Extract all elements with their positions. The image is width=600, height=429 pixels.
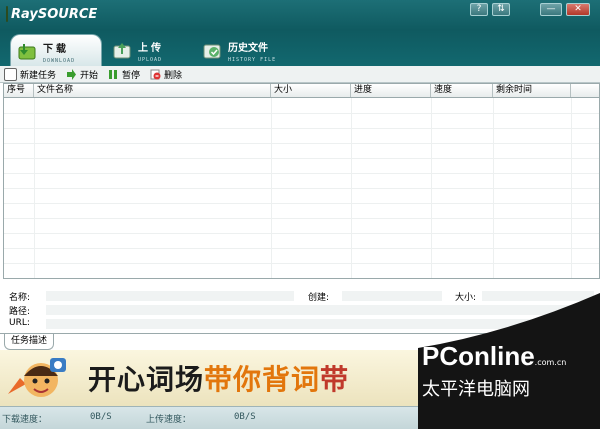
download-speed-label: 下载速度： <box>2 415 48 425</box>
tab-history-sub: HISTORY FILE <box>228 57 277 63</box>
table-row <box>4 218 599 234</box>
table-row <box>4 158 599 174</box>
upload-icon <box>113 43 131 59</box>
name-value-field <box>46 291 294 301</box>
tab-download-label: 下载 <box>43 44 69 55</box>
download-icon <box>18 44 36 60</box>
start-button[interactable]: 开始 <box>66 68 98 81</box>
pconline-watermark: PConline.com.cn 太平洋电脑网 <box>418 293 600 429</box>
col-index[interactable]: 序号 <box>4 84 34 97</box>
table-row <box>4 233 599 249</box>
skin-button[interactable]: ⇅ <box>492 3 510 16</box>
logo-badge-icon <box>6 6 8 22</box>
history-file-icon <box>203 44 221 59</box>
banner-slogan: 开心词场带你背词带 <box>88 358 349 398</box>
upload-speed-value: 0B/S <box>234 412 256 422</box>
pause-icon <box>109 69 118 79</box>
start-arrow-icon <box>67 68 77 80</box>
new-task-icon <box>4 67 17 81</box>
col-speed[interactable]: 速度 <box>431 84 493 97</box>
table-row <box>4 128 599 144</box>
watermark-brand-line: PConline.com.cn <box>422 341 566 372</box>
table-header: 序号 文件名称 大小 进度 速度 剩余时间 <box>4 84 599 98</box>
banner-slogan-part3: 带 <box>320 363 350 396</box>
help-button[interactable]: ? <box>470 3 488 16</box>
url-label: URL: <box>9 318 30 328</box>
tab-upload[interactable]: 上传 UPLOAD <box>106 34 196 66</box>
tab-download[interactable]: 下载 DOWNLOAD <box>10 34 102 66</box>
upload-speed-label: 上传速度： <box>146 415 192 425</box>
download-speed-value: 0B/S <box>90 412 112 422</box>
table-row <box>4 173 599 189</box>
col-size[interactable]: 大小 <box>271 84 351 97</box>
new-task-label: 新建任务 <box>20 70 57 81</box>
col-progress[interactable]: 进度 <box>351 84 431 97</box>
tab-strip: 下载 DOWNLOAD 上传 UPLOAD 历史文件 HISTORY FILE <box>0 30 600 66</box>
path-label: 路径: <box>9 307 31 317</box>
banner-slogan-part1: 开心词场 <box>88 363 205 396</box>
minimize-button[interactable]: — <box>540 3 562 16</box>
table-row <box>4 113 599 129</box>
col-remaining[interactable]: 剩余时间 <box>493 84 571 97</box>
table-row <box>4 188 599 204</box>
delete-label: 删除 <box>164 70 183 81</box>
task-table[interactable]: 序号 文件名称 大小 进度 速度 剩余时间 <box>3 83 600 279</box>
mascot-icon <box>8 358 66 397</box>
table-row <box>4 248 599 264</box>
tab-history[interactable]: 历史文件 HISTORY FILE <box>196 34 306 66</box>
tab-upload-label: 上传 <box>138 43 164 54</box>
watermark-chinese: 太平洋电脑网 <box>422 379 530 400</box>
delete-icon <box>150 69 161 79</box>
pause-button[interactable]: 暂停 <box>108 68 140 81</box>
app-logo: RaySOURCE <box>6 4 98 24</box>
title-bar: RaySOURCE ? ⇅ — ✕ <box>0 0 600 30</box>
table-row <box>4 98 599 114</box>
banner-slogan-part2: 带你背词 <box>204 363 321 396</box>
toolbar: 新建任务 开始 暂停 删除 <box>0 66 600 83</box>
tab-upload-sub: UPLOAD <box>138 57 163 63</box>
table-row <box>4 203 599 219</box>
delete-button[interactable]: 删除 <box>150 68 182 81</box>
close-button[interactable]: ✕ <box>566 3 590 16</box>
created-label: 创建: <box>308 293 330 303</box>
new-task-button[interactable]: 新建任务 <box>4 67 57 81</box>
table-row <box>4 143 599 159</box>
watermark-domain: .com.cn <box>534 358 567 367</box>
col-filename[interactable]: 文件名称 <box>34 84 271 97</box>
tab-download-sub: DOWNLOAD <box>43 58 76 64</box>
tab-history-label: 历史文件 <box>228 43 268 54</box>
table-row <box>4 263 599 278</box>
app-logo-text: RaySOURCE <box>11 6 98 22</box>
name-label: 名称: <box>9 293 31 303</box>
pause-label: 暂停 <box>122 70 141 81</box>
tab-task-description[interactable]: 任务描述 <box>4 334 55 350</box>
start-label: 开始 <box>80 70 99 81</box>
watermark-brand: PConline <box>422 341 535 371</box>
